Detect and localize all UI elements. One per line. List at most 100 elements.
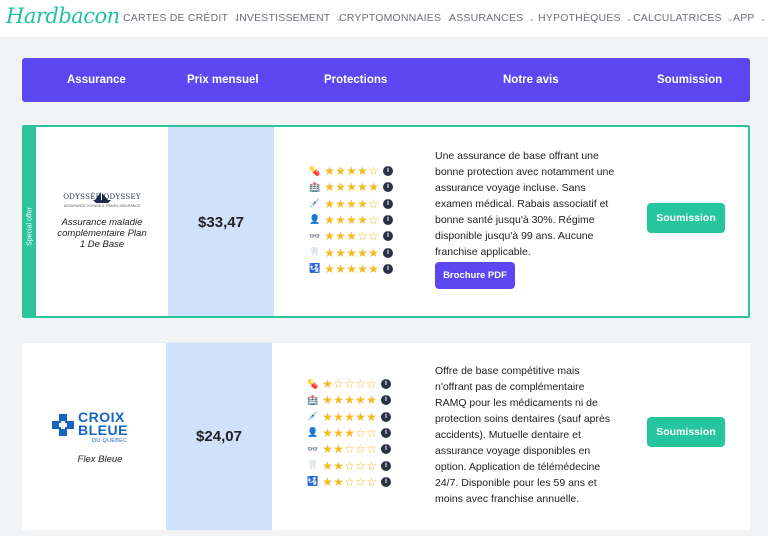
review-line: assurance voyage disponibles en — [435, 445, 591, 457]
ship-icon — [93, 192, 111, 203]
info-icon[interactable]: i — [383, 182, 393, 193]
nav-app[interactable]: APP ⌄ — [733, 12, 767, 24]
rating-row-pill: 💊 ★ ☆ ☆ ☆ ☆ i — [307, 377, 391, 391]
info-icon[interactable]: i — [381, 460, 391, 471]
star-empty-icon: ☆ — [344, 442, 355, 457]
star-filled-icon: ★ — [335, 245, 346, 260]
star-empty-icon: ☆ — [344, 458, 355, 473]
rating-row-tooth: 🦷 ★ ★ ★ ★ ★ i — [309, 246, 393, 260]
star-filled-icon: ★ — [366, 409, 377, 424]
nav-insurance[interactable]: ASSURANCES ⌄ — [449, 12, 535, 24]
rating-row-tooth: 🦷 ★ ★ ☆ ☆ ☆ i — [307, 459, 391, 473]
review-line: n'offrant pas de complémentaire — [435, 381, 585, 393]
review-line: RAMQ pour les médicaments ni de — [435, 397, 598, 409]
star-filled-icon: ★ — [335, 164, 346, 178]
offer-card: Special offer ODYSSÉE ODYSSEY ASSURANCE … — [22, 125, 750, 318]
info-icon[interactable]: i — [381, 444, 391, 455]
star-filled-icon: ★ — [333, 442, 344, 457]
doctor-icon: 👤 — [309, 214, 321, 225]
glasses-icon: 👓 — [307, 443, 319, 454]
info-icon[interactable]: i — [383, 263, 393, 274]
nav-crypto[interactable]: CRYPTOMONNAIES ⌄ — [339, 12, 453, 24]
review-line: 24/7. Disponible pour les 59 ans et — [435, 477, 597, 489]
logo-subtext: DU QUÉBEC — [92, 438, 128, 444]
star-filled-icon: ★ — [324, 261, 335, 276]
star-filled-icon: ★ — [335, 180, 346, 195]
review-line: option. Application de télémédecine — [435, 461, 601, 473]
comparison-table-header: Assurance Prix mensuel Protections Notre… — [22, 58, 750, 102]
column-header-monthly-price: Prix mensuel — [187, 74, 259, 86]
quote-button[interactable]: Soumission — [647, 417, 725, 447]
info-icon[interactable]: i — [381, 379, 391, 389]
star-filled-icon: ★ — [344, 393, 355, 408]
info-icon[interactable]: i — [383, 231, 393, 242]
cross-icon — [52, 414, 74, 436]
tooth-icon: 🦷 — [309, 247, 321, 257]
rating-row-doctor: 👤 ★ ★ ★ ★ ☆ i — [309, 213, 393, 227]
review-text: Une assurance de base offrant une bonne … — [435, 148, 635, 260]
star-filled-icon: ★ — [357, 261, 368, 276]
review-line: examen médical. Rabais associatif et — [435, 198, 609, 210]
star-filled-icon: ★ — [324, 212, 335, 227]
passport-icon: 🛂 — [307, 476, 319, 487]
info-icon[interactable]: i — [381, 476, 391, 487]
info-icon[interactable]: i — [381, 411, 391, 422]
star-empty-icon: ☆ — [366, 474, 377, 489]
star-filled-icon: ★ — [344, 425, 355, 440]
nav-label: CARTES DE CRÉDIT — [123, 12, 229, 24]
rating-row-syringe: 💉 ★ ★ ★ ★ ☆ i — [309, 197, 393, 211]
info-icon[interactable]: i — [383, 247, 393, 258]
star-filled-icon: ★ — [324, 164, 335, 178]
offer-card: CROIX BLEUE DU QUÉBEC Flex Bleue $24,07 … — [22, 342, 750, 530]
chevron-down-icon: ⌄ — [625, 14, 633, 23]
star-filled-icon: ★ — [333, 393, 344, 408]
info-icon[interactable]: i — [383, 166, 393, 176]
star-filled-icon: ★ — [346, 245, 357, 260]
syringe-icon: 💉 — [307, 411, 319, 422]
star-filled-icon: ★ — [322, 474, 333, 489]
star-empty-icon: ☆ — [357, 229, 368, 244]
star-empty-icon: ☆ — [355, 474, 366, 489]
nav-credit-cards[interactable]: CARTES DE CRÉDIT ⌄ — [123, 12, 240, 24]
monthly-price: $33,47 — [198, 214, 244, 231]
hospital-icon: 🏥 — [309, 181, 321, 192]
review-line: assurance voyage incluse. Sans — [435, 182, 586, 194]
nav-investment[interactable]: INVESTISSEMENT ⌄ — [236, 12, 342, 24]
star-empty-icon: ☆ — [368, 196, 379, 211]
star-empty-icon: ☆ — [368, 229, 379, 244]
insurer-logo-croix-bleue: CROIX BLEUE DU QUÉBEC — [52, 410, 148, 447]
info-icon[interactable]: i — [381, 395, 391, 406]
review-line: franchise applicable. — [435, 246, 531, 258]
star-filled-icon: ★ — [355, 409, 366, 424]
glasses-icon: 👓 — [309, 230, 321, 241]
star-empty-icon: ☆ — [366, 377, 377, 391]
star-filled-icon: ★ — [335, 229, 346, 244]
star-filled-icon: ★ — [357, 180, 368, 195]
nav-mortgages[interactable]: HYPOTHÈQUES ⌄ — [538, 12, 633, 24]
nav-calculators[interactable]: CALCULATRICES ⌄ — [633, 12, 734, 24]
info-icon[interactable]: i — [381, 427, 391, 438]
brand-logo[interactable]: Hardbacon — [6, 4, 120, 28]
star-filled-icon: ★ — [366, 393, 377, 408]
product-name: Assurance maladie complémentaire Plan 1 … — [57, 217, 147, 250]
brochure-pdf-button[interactable]: Brochure PDF — [435, 262, 515, 289]
star-filled-icon: ★ — [357, 196, 368, 211]
monthly-price: $24,07 — [196, 428, 242, 445]
star-filled-icon: ★ — [335, 261, 346, 276]
logo-wordmark-line: BLEUE — [78, 422, 128, 438]
rating-row-pill: 💊 ★ ★ ★ ★ ☆ i — [309, 164, 393, 178]
rating-row-passport: 🛂 ★ ★ ★ ★ ★ i — [309, 262, 393, 276]
star-filled-icon: ★ — [333, 458, 344, 473]
info-icon[interactable]: i — [383, 214, 393, 225]
star-filled-icon: ★ — [333, 409, 344, 424]
star-filled-icon: ★ — [344, 409, 355, 424]
info-icon[interactable]: i — [383, 198, 393, 209]
star-filled-icon: ★ — [335, 196, 346, 211]
star-filled-icon: ★ — [346, 261, 357, 276]
column-header-insurance: Assurance — [67, 74, 126, 86]
quote-button[interactable]: Soumission — [647, 203, 725, 233]
star-filled-icon: ★ — [346, 229, 357, 244]
star-filled-icon: ★ — [324, 196, 335, 211]
review-line: disponible jusqu'à 99 ans. Aucune — [435, 230, 594, 242]
star-filled-icon: ★ — [333, 474, 344, 489]
